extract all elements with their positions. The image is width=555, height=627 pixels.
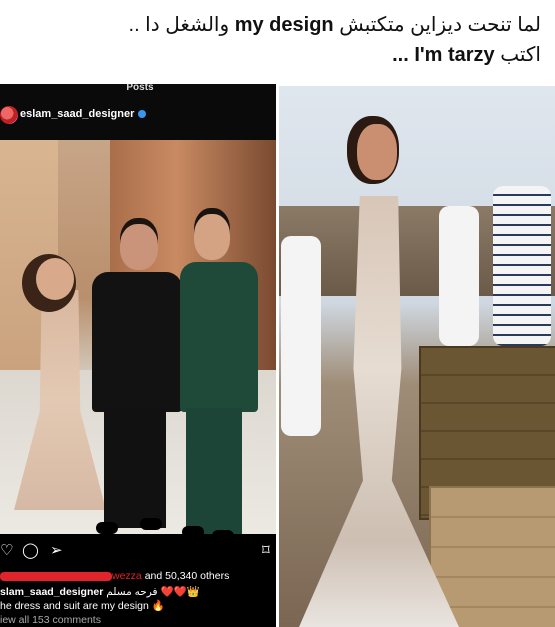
shoe — [182, 526, 204, 534]
verified-badge-icon — [138, 110, 147, 119]
posts-tab[interactable]: Posts — [100, 84, 180, 94]
caption-line-2-text: he dress and suit are my design — [0, 600, 149, 612]
sailor — [439, 206, 479, 346]
caption-username[interactable]: slam_saad_designer — [0, 586, 103, 598]
caption-line: slam_saad_designer فرحه مسلم ❤️❤️👑 — [0, 585, 200, 598]
man-green-suit-legs — [186, 408, 242, 534]
woman-head — [36, 258, 74, 300]
caption-line-2-suffix: ... — [392, 44, 409, 66]
shoe — [96, 522, 118, 534]
comment-icon[interactable]: ◯ — [22, 542, 39, 560]
share-icon[interactable]: ➢ — [50, 542, 63, 560]
likes-hidden-name: wezza — [112, 570, 142, 582]
instagram-screenshot: Posts eslam_saad_designer ♡ ◯ ➢ ⌑ wezza … — [0, 84, 276, 627]
man-black-suit — [92, 272, 182, 412]
heart-icon[interactable]: ♡ — [0, 542, 13, 560]
username-text[interactable]: eslam_saad_designer — [20, 108, 134, 120]
caption-line-2-english: I'm tarzy — [414, 44, 495, 66]
man-black-suit-head — [120, 224, 158, 270]
instagram-header: Posts eslam_saad_designer — [0, 84, 276, 140]
caption-line-2: اكتب I'm tarzy ... — [14, 40, 541, 70]
man-green-suit-head — [194, 214, 230, 260]
caption-line-1-suffix: والشغل دا .. — [128, 14, 230, 36]
caption-line-2-prefix: اكتب — [500, 44, 541, 66]
caption-line-1-prefix: لما تنحت ديزاين متكتبش — [339, 14, 541, 36]
man-green-suit — [180, 262, 258, 412]
post-actions: ♡ ◯ ➢ ⌑ — [0, 540, 276, 564]
man-black-suit-legs — [104, 408, 166, 528]
caption-line-2: he dress and suit are my design 🔥 — [0, 599, 165, 612]
caption-line-1: لما تنحت ديزاين متكتبش my design والشغل … — [14, 10, 541, 40]
model-head — [357, 124, 397, 180]
caption-text: فرحه مسلم — [106, 586, 158, 598]
runway-photo[interactable] — [279, 86, 555, 627]
caption-emojis: ❤️❤️👑 — [160, 586, 200, 598]
likes-text: and 50,340 others — [144, 570, 230, 582]
likes-count[interactable]: wezza and 50,340 others — [0, 570, 229, 582]
shoe — [140, 518, 162, 530]
bookmark-icon[interactable]: ⌑ — [262, 542, 270, 560]
sailor — [281, 236, 321, 436]
view-comments-link[interactable]: iew all 153 comments — [0, 614, 101, 626]
caption-line-1-english: my design — [234, 14, 334, 36]
post-caption: لما تنحت ديزاين متكتبش my design والشغل … — [0, 0, 555, 84]
avatar[interactable] — [0, 106, 18, 124]
redacted-name — [0, 571, 112, 581]
shoe — [212, 530, 234, 534]
sailor-striped — [493, 186, 551, 346]
post-photo[interactable] — [0, 140, 276, 534]
fire-emoji: 🔥 — [151, 600, 165, 612]
profile-username[interactable]: eslam_saad_designer — [20, 108, 147, 120]
